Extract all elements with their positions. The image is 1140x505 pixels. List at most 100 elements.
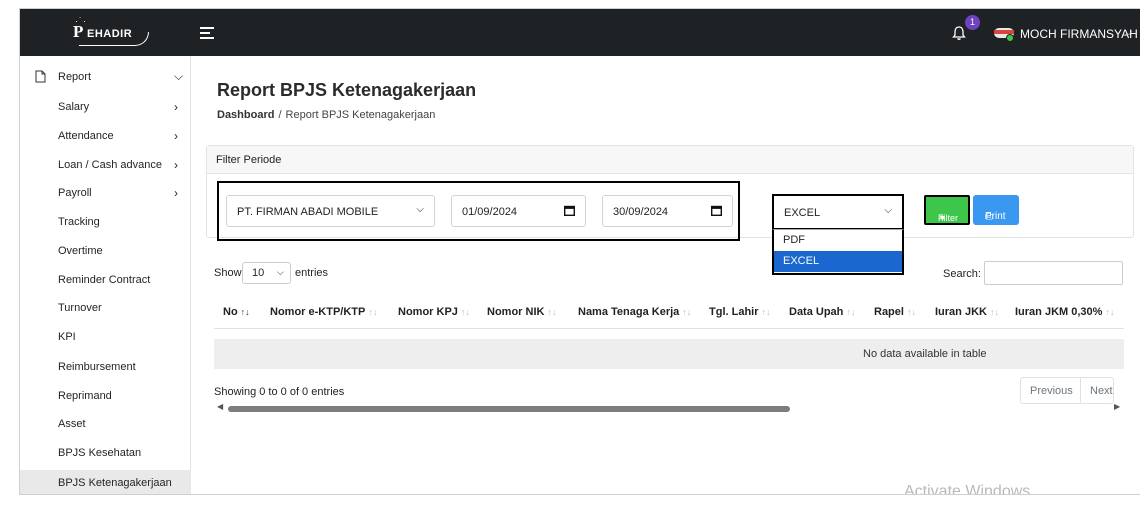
filter-card-header: Filter Periode [207,146,1133,174]
entries-label: entries [295,267,329,279]
calendar-icon[interactable] [564,205,575,216]
sort-icon: ↑↓ [906,307,916,317]
sort-icon: ↑↓ [682,307,692,317]
filter-header-label: Filter Periode [216,154,282,166]
chevron-down-icon[interactable]: ⌵ [1125,27,1133,38]
sidebar-item-kpi[interactable]: KPI [20,324,191,352]
format-option-pdf[interactable]: PDF [774,230,902,251]
column-label: Nomor NIK [487,306,545,318]
column-header-iuran-jkk[interactable]: Iuran JKK ↑↓ [935,306,999,318]
column-header-no[interactable]: No ↑↓ [223,306,250,318]
sidebar-item-turnover[interactable]: Turnover [20,295,191,323]
sort-icon: ↑↓ [1105,307,1115,317]
page-length-select[interactable]: 10 ⌵ [242,262,291,284]
user-name[interactable]: MOCH FIRMANSYAH [1020,27,1138,41]
date-to-input[interactable]: 30/09/2024 [602,195,733,227]
sidebar-item-reprimand[interactable]: Reprimand [20,383,191,411]
column-label: Iuran JKM 0,30% [1015,306,1103,318]
sidebar-item-bpjs-ketenagakerjaan[interactable]: BPJS Ketenagakerjaan [20,470,191,494]
sidebar-item-tracking[interactable]: Tracking [20,209,191,237]
breadcrumb-current: Report BPJS Ketenagakerjaan [285,109,436,121]
scroll-right-icon[interactable]: ▶ [1114,402,1120,411]
column-label: Rapel [874,306,904,318]
logo-swoosh-icon [79,32,149,46]
app-window: ·˙· P EHADIR 1 MOCH FIRMANSYAH ⌵ Report [19,8,1140,495]
table-row: No data available in table [214,339,1124,369]
print-button[interactable]: ⎙ Print [973,195,1019,225]
show-label: Show [214,267,242,279]
chevron-right-icon: › [174,186,178,200]
sidebar-item-label: BPJS Ketenagakerjaan [58,477,172,489]
sidebar-item-salary[interactable]: Salary › [20,94,191,122]
empty-table-message: No data available in table [863,348,987,360]
company-select[interactable]: PT. FIRMAN ABADI MOBILE ⌵ [226,195,435,227]
format-dropdown-list: PDF EXCEL [772,229,904,275]
sidebar-item-loan[interactable]: Loan / Cash advance › [20,152,191,180]
sidebar: Report ⌵ Salary › Attendance › Loan / Ca… [20,56,191,494]
next-page-button[interactable]: Next [1090,385,1113,397]
sidebar-item-reminder-contract[interactable]: Reminder Contract [20,267,191,295]
column-label: Tgl. Lahir [709,306,759,318]
date-to-value: 30/09/2024 [613,206,669,218]
column-header-tgl-lahir[interactable]: Tgl. Lahir ↑↓ [709,306,771,318]
sidebar-item-label: Asset [58,418,86,430]
scroll-left-icon[interactable]: ◀ [217,402,223,411]
column-label: Data Upah [789,306,844,318]
column-header-rapel[interactable]: Rapel ↑↓ [874,306,916,318]
sidebar-item-attendance[interactable]: Attendance › [20,123,191,151]
document-icon [35,70,46,83]
column-header-iuran-jkm[interactable]: Iuran JKM 0,30% ↑↓ [1015,306,1114,318]
sidebar-item-label: BPJS Kesehatan [58,447,142,459]
format-option-excel[interactable]: EXCEL [774,251,902,272]
pagination-divider [1080,378,1081,403]
column-header-data-upah[interactable]: Data Upah ↑↓ [789,306,855,318]
column-header-kpj[interactable]: Nomor KPJ ↑↓ [398,306,470,318]
breadcrumb-home[interactable]: Dashboard [217,109,274,121]
avatar[interactable] [993,24,1015,42]
bell-icon[interactable] [951,25,967,41]
sort-icon: ↑↓ [846,307,856,317]
pagination: Previous Next [1020,377,1114,404]
calendar-icon[interactable] [711,205,722,216]
chevron-down-icon: ⌵ [884,205,892,216]
sort-icon: ↑↓ [547,307,557,317]
format-select-value: EXCEL [784,207,821,219]
chevron-right-icon: › [174,100,178,114]
date-from-input[interactable]: 01/09/2024 [451,195,586,227]
sidebar-item-label: Payroll [58,187,92,199]
column-header-ektp[interactable]: Nomor e-KTP/KTP ↑↓ [270,306,377,318]
notification-badge: 1 [965,15,980,30]
brand-logo[interactable]: ·˙· P EHADIR [73,16,149,46]
column-label: Nama Tenaga Kerja [578,306,680,318]
sidebar-item-label: Reimbursement [58,361,136,373]
sort-icon: ↑↓ [240,307,250,317]
menu-toggle-icon[interactable] [200,27,214,39]
filter-button[interactable]: ▼ Filter [924,195,970,225]
format-select[interactable]: EXCEL ⌵ [772,194,904,230]
previous-page-button[interactable]: Previous [1030,385,1073,397]
column-header-nik[interactable]: Nomor NIK ↑↓ [487,306,556,318]
sidebar-item-overtime[interactable]: Overtime [20,238,191,266]
search-input[interactable] [984,261,1123,285]
sidebar-item-asset[interactable]: Asset [20,411,191,439]
table-info: Showing 0 to 0 of 0 entries [214,386,345,398]
sidebar-item-label: Tracking [58,216,100,228]
sidebar-item-label: Loan / Cash advance [58,159,162,171]
sidebar-item-reimbursement[interactable]: Reimbursement [20,354,191,382]
sidebar-item-bpjs-kesehatan[interactable]: BPJS Kesehatan [20,440,191,468]
print-button-label: Print [985,211,1006,222]
horizontal-scrollbar[interactable] [228,406,790,412]
sidebar-item-label: Reminder Contract [58,274,151,286]
column-label: No [223,306,238,318]
sidebar-item-label: Overtime [58,245,103,257]
date-from-value: 01/09/2024 [462,206,518,218]
sidebar-item-label: Attendance [58,130,114,142]
sort-icon: ↑↓ [460,307,470,317]
page-title: Report BPJS Ketenagakerjaan [217,80,477,100]
sidebar-item-payroll[interactable]: Payroll › [20,180,191,208]
sidebar-item-label: Reprimand [58,390,112,402]
sort-icon: ↑↓ [989,307,999,317]
sidebar-item-report[interactable]: Report ⌵ [20,66,191,94]
chevron-down-icon: ⌵ [416,204,424,215]
column-header-nama[interactable]: Nama Tenaga Kerja ↑↓ [578,306,691,318]
